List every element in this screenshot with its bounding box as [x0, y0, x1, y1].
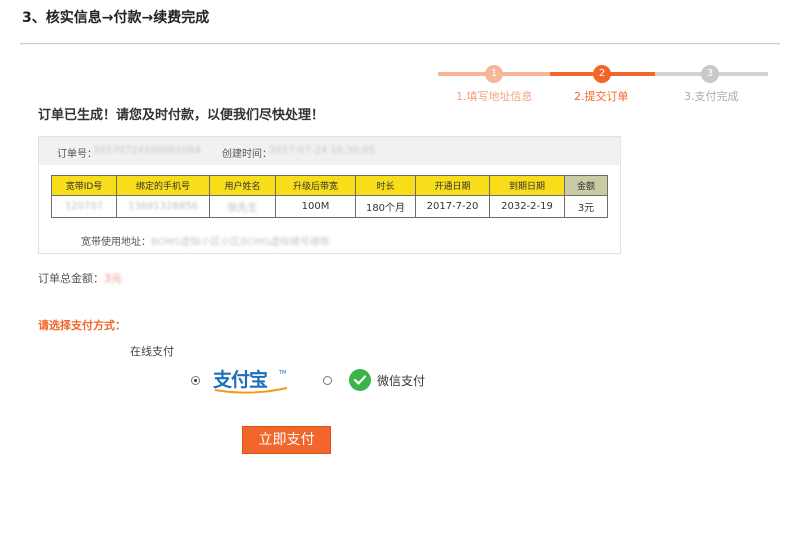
total-label: 订单总金额： [38, 272, 104, 285]
order-panel: 订单号： 20170724100001084 创建时间： 2017-07-24 … [38, 136, 621, 254]
alipay-radio[interactable] [191, 376, 200, 385]
alipay-logo[interactable]: 支付宝 TM [211, 366, 291, 394]
online-payment-label: 在线支付 [130, 345, 174, 358]
address-value: BOMS虚拟小区小区BOMS虚拟楼号楼栋 [151, 237, 331, 248]
column-header: 升级后带宽 [275, 175, 356, 196]
wechat-radio[interactable] [323, 376, 332, 385]
pay-now-button[interactable]: 立即支付 [242, 426, 331, 454]
order-number-label: 订单号： [57, 149, 97, 160]
cell-amount: 3元 [564, 195, 608, 218]
svg-text:TM: TM [278, 370, 286, 376]
step-dot-1: 1 [485, 65, 503, 83]
heading-divider [20, 43, 780, 44]
alipay-logo-text: 支付宝 [212, 368, 268, 391]
wechat-pay-label[interactable]: 微信支付 [377, 372, 425, 389]
order-total: 订单总金额：3元 [38, 270, 122, 286]
step-dot-3: 3 [701, 65, 719, 83]
column-header: 开通日期 [415, 175, 490, 196]
step-label-1: 1.填写地址信息 [456, 90, 533, 103]
column-header: 时长 [355, 175, 416, 196]
cell-user-name: 张先生 [209, 195, 276, 218]
created-time-label: 创建时间： [222, 149, 272, 160]
cell-end-date: 2032-2-19 [489, 195, 565, 218]
column-header: 用户姓名 [209, 175, 276, 196]
step-label-2: 2.提交订单 [574, 90, 629, 103]
wechat-pay-icon[interactable] [349, 369, 371, 391]
progress-stepper: 1 2 3 1.填写地址信息 2.提交订单 3.支付完成 [438, 64, 768, 104]
order-table: 宽带ID号 绑定的手机号 用户姓名 升级后带宽 时长 开通日期 到期日期 金额 … [51, 175, 608, 218]
total-value: 3元 [104, 272, 122, 285]
payment-method-title: 请选择支付方式： [38, 319, 126, 332]
order-notice: 订单已生成！请您及时付款，以便我们尽快处理！ [38, 108, 325, 123]
column-header: 到期日期 [489, 175, 565, 196]
cell-bandwidth: 100M [275, 195, 356, 218]
table-header-row: 宽带ID号 绑定的手机号 用户姓名 升级后带宽 时长 开通日期 到期日期 金额 [51, 175, 608, 196]
column-header: 金额 [564, 175, 608, 196]
table-row: 120707 13691328856 张先生 100M 180个月 2017-7… [51, 195, 608, 218]
address-label: 宽带使用地址： [81, 237, 151, 248]
created-time-value: 2017-07-24 16:30:05 [269, 145, 376, 156]
address-row: 宽带使用地址：BOMS虚拟小区小区BOMS虚拟楼号楼栋 [81, 233, 330, 248]
column-header: 宽带ID号 [51, 175, 117, 196]
cell-broadband-id: 120707 [51, 195, 117, 218]
order-info-bar: 订单号： 20170724100001084 创建时间： 2017-07-24 … [39, 137, 620, 165]
step-label-3: 3.支付完成 [684, 90, 739, 103]
page-title: 3、核实信息→付款→续费完成 [22, 10, 210, 26]
order-number-value: 20170724100001084 [93, 145, 202, 156]
column-header: 绑定的手机号 [116, 175, 210, 196]
step-dot-2: 2 [593, 65, 611, 83]
cell-duration: 180个月 [355, 195, 416, 218]
cell-phone: 13691328856 [116, 195, 210, 218]
cell-start-date: 2017-7-20 [415, 195, 490, 218]
